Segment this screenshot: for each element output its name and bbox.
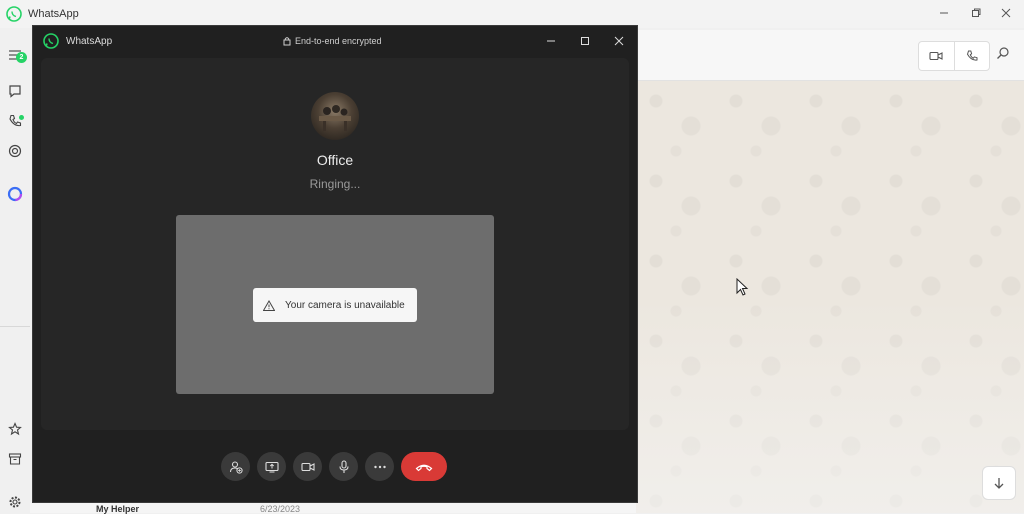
add-participant-button[interactable] (221, 452, 250, 481)
close-button[interactable] (996, 4, 1016, 22)
app-titlebar: WhatsApp (0, 0, 1024, 28)
camera-icon (300, 462, 315, 472)
call-controls (221, 452, 447, 482)
voice-call-icon[interactable] (953, 42, 990, 70)
call-titlebar: WhatsApp End-to-end encrypted (33, 26, 637, 56)
left-rail (0, 28, 30, 513)
contact-avatar (311, 92, 359, 140)
chats-icon[interactable] (6, 82, 24, 100)
contact-name: Office (316, 152, 354, 168)
encryption-indicator: End-to-end encrypted (283, 36, 382, 46)
more-options-button[interactable] (365, 452, 394, 481)
call-window: WhatsApp End-to-end encrypted Office Rin (32, 25, 638, 503)
share-screen-icon (264, 461, 279, 473)
scroll-to-bottom-button[interactable] (982, 466, 1016, 500)
whatsapp-logo-icon (6, 6, 22, 22)
chat-background-fade (636, 300, 1024, 513)
call-button-group (918, 41, 990, 71)
camera-button[interactable] (293, 452, 322, 481)
end-call-button[interactable] (401, 452, 447, 481)
camera-unavailable-text: Your camera is unavailable (285, 299, 405, 311)
rail-divider (0, 326, 30, 327)
encryption-label: End-to-end encrypted (295, 36, 382, 46)
status-update-dot (19, 115, 24, 120)
more-icon (373, 465, 387, 469)
microphone-button[interactable] (329, 452, 358, 481)
meta-ai-icon[interactable] (6, 185, 24, 203)
unread-badge: 2 (16, 52, 27, 63)
mouse-cursor-icon (736, 278, 750, 298)
call-maximize-button[interactable] (576, 32, 594, 50)
settings-icon[interactable] (6, 493, 24, 511)
archive-icon[interactable] (6, 450, 24, 468)
lock-icon (283, 36, 291, 46)
microphone-icon (338, 459, 350, 474)
minimize-button[interactable] (934, 4, 954, 22)
search-icon[interactable] (996, 46, 1014, 64)
app-title: WhatsApp (28, 8, 79, 20)
video-call-icon[interactable] (919, 42, 954, 70)
starred-icon[interactable] (6, 420, 24, 438)
call-minimize-button[interactable] (542, 32, 560, 50)
add-participant-icon (229, 460, 243, 474)
restore-button[interactable] (966, 4, 986, 22)
end-call-icon (415, 462, 433, 472)
status-icon[interactable] (6, 142, 24, 160)
camera-unavailable-notice: Your camera is unavailable (253, 288, 417, 322)
call-close-button[interactable] (610, 32, 628, 50)
warning-icon (263, 299, 275, 311)
share-screen-button[interactable] (257, 452, 286, 481)
call-window-title: WhatsApp (66, 36, 113, 47)
call-status: Ringing... (309, 177, 361, 191)
whatsapp-logo-icon (43, 33, 59, 49)
chat-header (636, 30, 1024, 81)
